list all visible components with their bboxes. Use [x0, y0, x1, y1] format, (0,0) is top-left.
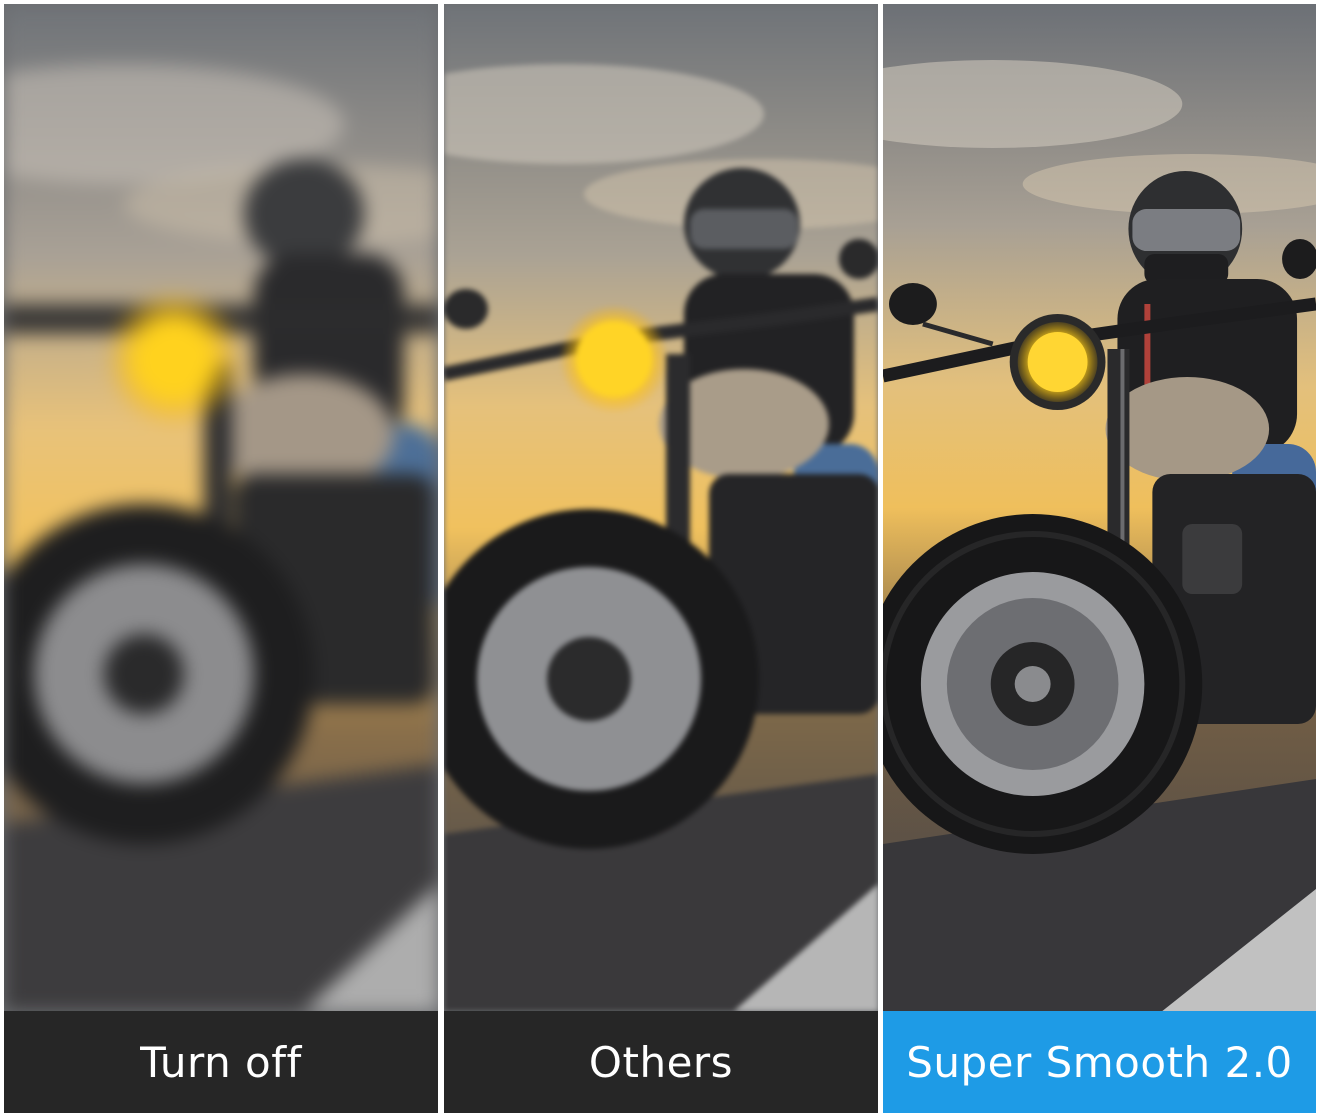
motorcycle-photo-blurred-mid [444, 4, 878, 1011]
panel-turn-off: Turn off [4, 4, 438, 1113]
label-others: Others [444, 1011, 878, 1113]
motorcycle-photo-blurred-heavy [4, 4, 438, 1011]
comparison-stage: Turn off Others Super Smooth 2.0 [0, 0, 1320, 1117]
label-turn-off: Turn off [4, 1011, 438, 1113]
motorcycle-photo-sharp [883, 4, 1316, 1011]
label-super-smooth: Super Smooth 2.0 [883, 1011, 1316, 1113]
panel-others: Others [444, 4, 878, 1113]
panel-super-smooth: Super Smooth 2.0 [883, 4, 1316, 1113]
